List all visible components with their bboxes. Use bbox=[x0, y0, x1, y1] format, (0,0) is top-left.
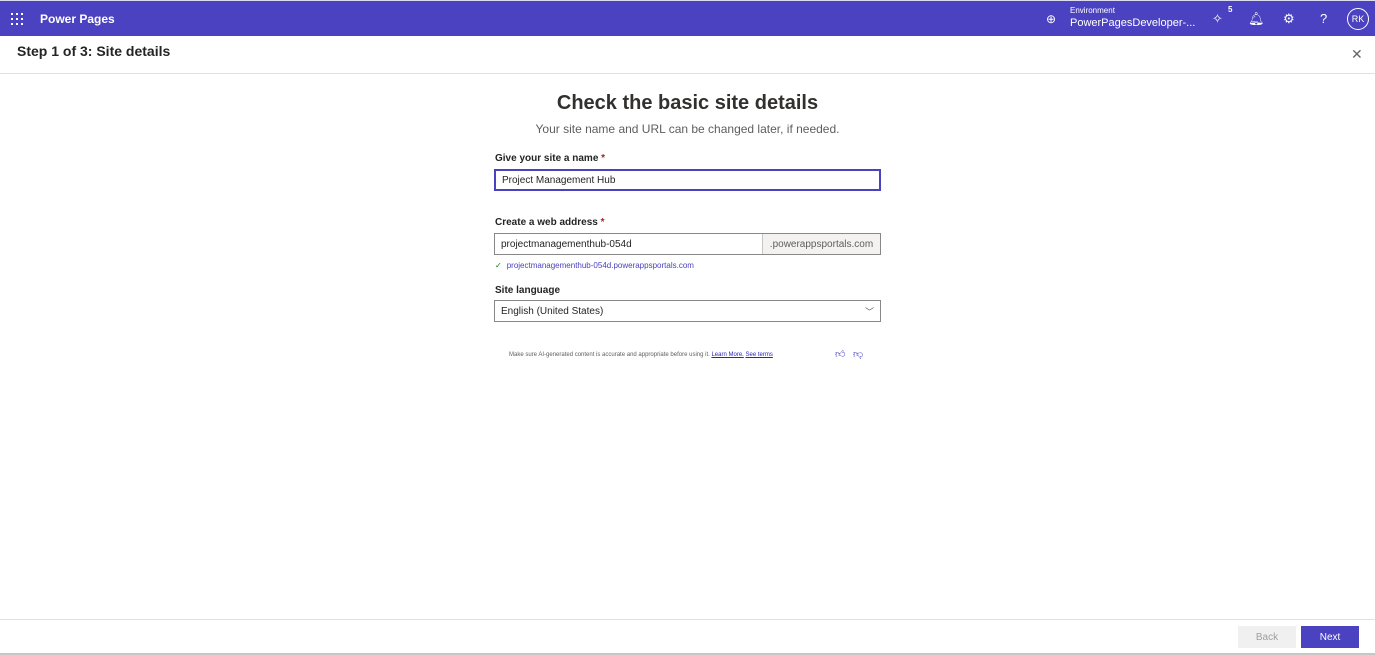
web-address-suffix: .powerappsportals.com bbox=[762, 234, 880, 254]
top-bar: Power Pages ⊕ Environment PowerPagesDeve… bbox=[0, 0, 1375, 36]
help-icon[interactable]: ? bbox=[1320, 11, 1327, 26]
divider bbox=[0, 73, 1375, 74]
app-launcher-icon[interactable] bbox=[11, 13, 23, 25]
back-button[interactable]: Back bbox=[1238, 626, 1296, 648]
close-icon[interactable]: ✕ bbox=[1351, 46, 1363, 63]
avatar[interactable]: RK bbox=[1347, 8, 1369, 30]
learn-more-link[interactable]: Learn More. bbox=[711, 352, 743, 358]
whats-new-icon[interactable]: ✧ bbox=[1212, 11, 1223, 27]
site-language-label: Site language bbox=[495, 285, 561, 296]
site-language-select[interactable]: English (United States) ﹀ bbox=[494, 300, 881, 322]
address-validation: ✓ projectmanagementhub-054d.powerappsport… bbox=[495, 261, 694, 270]
required-marker: * bbox=[600, 217, 605, 228]
thumbs-down-icon[interactable]: 👎︎ bbox=[853, 348, 863, 360]
label-text: Create a web address bbox=[495, 217, 598, 228]
environment-icon[interactable]: ⊕ bbox=[1046, 12, 1056, 26]
web-address-label: Create a web address * bbox=[495, 217, 605, 228]
required-marker: * bbox=[601, 153, 606, 164]
app-name[interactable]: Power Pages bbox=[40, 12, 115, 26]
step-title: Step 1 of 3: Site details bbox=[17, 43, 171, 59]
thumbs-up-icon[interactable]: 👍︎ bbox=[835, 348, 845, 360]
site-name-label: Give your site a name * bbox=[495, 153, 605, 164]
web-address-input[interactable]: projectmanagementhub-054d .powerappsporta… bbox=[494, 233, 881, 255]
bell-icon[interactable]: 🔔︎ bbox=[1248, 11, 1265, 27]
check-icon: ✓ bbox=[495, 261, 502, 270]
divider bbox=[0, 619, 1375, 620]
ai-notice: Make sure AI-generated content is accura… bbox=[509, 352, 773, 358]
see-terms-link[interactable]: See terms bbox=[746, 352, 773, 358]
notification-badge: 5 bbox=[1228, 5, 1233, 14]
ai-notice-text: Make sure AI-generated content is accura… bbox=[509, 352, 710, 358]
label-text: Give your site a name bbox=[495, 153, 599, 164]
language-value: English (United States) bbox=[501, 305, 604, 317]
gear-icon[interactable]: ⚙ bbox=[1283, 11, 1295, 27]
environment-selector[interactable]: PowerPagesDeveloper-... bbox=[1070, 17, 1195, 29]
site-name-input[interactable]: Project Management Hub bbox=[494, 169, 881, 191]
environment-label: Environment bbox=[1070, 6, 1115, 15]
chevron-down-icon: ﹀ bbox=[864, 306, 874, 317]
page-title: Check the basic site details bbox=[556, 92, 819, 114]
next-button[interactable]: Next bbox=[1301, 626, 1359, 648]
validation-text: projectmanagementhub-054d.powerappsporta… bbox=[506, 261, 694, 270]
page-subtitle: Your site name and URL can be changed la… bbox=[535, 122, 840, 136]
web-address-value: projectmanagementhub-054d bbox=[501, 238, 632, 250]
